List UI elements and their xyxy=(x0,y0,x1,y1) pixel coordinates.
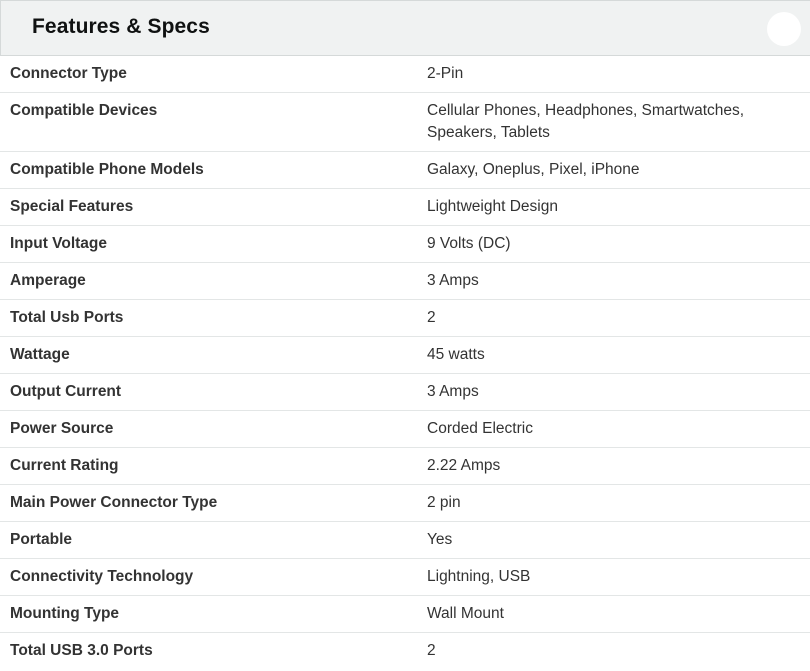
spec-label: Total Usb Ports xyxy=(10,309,124,326)
spec-value: 2 xyxy=(427,309,436,326)
spec-label: Mounting Type xyxy=(10,605,120,622)
spec-label: Output Current xyxy=(10,383,122,400)
table-row: Compatible Phone Models Galaxy, Oneplus,… xyxy=(0,152,810,189)
spec-value: 45 watts xyxy=(427,346,485,363)
spec-label: Wattage xyxy=(10,346,70,363)
table-row: Connector Type 2-Pin xyxy=(0,56,810,93)
table-row: Input Voltage 9 Volts (DC) xyxy=(0,226,810,263)
spec-value: 2 xyxy=(427,642,436,659)
spec-label: Current Rating xyxy=(10,457,119,474)
spec-label: Total USB 3.0 Ports xyxy=(10,642,153,659)
spec-label: Compatible Devices xyxy=(10,102,158,119)
table-row: Amperage 3 Amps xyxy=(0,263,810,300)
spec-value: Galaxy, Oneplus, Pixel, iPhone xyxy=(427,161,640,178)
table-row: Portable Yes xyxy=(0,522,810,559)
spec-value: 3 Amps xyxy=(427,272,479,289)
spec-value: 2.22 Amps xyxy=(427,457,501,474)
spec-value: 2-Pin xyxy=(427,65,464,82)
expand-toggle-icon[interactable] xyxy=(767,12,801,46)
spec-value: Lightweight Design xyxy=(427,198,558,215)
spec-label: Main Power Connector Type xyxy=(10,494,218,511)
table-row: Mounting Type Wall Mount xyxy=(0,596,810,633)
spec-value: Yes xyxy=(427,531,453,548)
spec-value: 3 Amps xyxy=(427,383,479,400)
spec-label: Amperage xyxy=(10,272,86,289)
spec-value: 2 pin xyxy=(427,494,461,511)
spec-label: Special Features xyxy=(10,198,134,215)
spec-label: Connector Type xyxy=(10,65,127,82)
table-row: Total Usb Ports 2 xyxy=(0,300,810,337)
spec-value: Corded Electric xyxy=(427,420,533,437)
spec-value: Cellular Phones, Headphones, Smartwatche… xyxy=(427,102,745,141)
table-row: Total USB 3.0 Ports 2 xyxy=(0,633,810,670)
features-specs-panel: Features & Specs Connector Type 2-Pin Co… xyxy=(0,0,810,671)
table-row: Output Current 3 Amps xyxy=(0,374,810,411)
spec-label: Compatible Phone Models xyxy=(10,161,204,178)
table-row: Power Source Corded Electric xyxy=(0,411,810,448)
spec-label: Input Voltage xyxy=(10,235,108,252)
section-title: Features & Specs xyxy=(32,15,210,38)
table-row: Special Features Lightweight Design xyxy=(0,189,810,226)
spec-value: Lightning, USB xyxy=(427,568,531,585)
table-row: Connectivity Technology Lightning, USB xyxy=(0,559,810,596)
spec-label: Power Source xyxy=(10,420,114,437)
table-row: Main Power Connector Type 2 pin xyxy=(0,485,810,522)
table-row: Current Rating 2.22 Amps xyxy=(0,448,810,485)
spec-value: 9 Volts (DC) xyxy=(427,235,511,252)
specs-table: Connector Type 2-Pin Compatible Devices … xyxy=(0,56,810,669)
spec-value: Wall Mount xyxy=(427,605,504,622)
spec-label: Connectivity Technology xyxy=(10,568,194,585)
table-row: Wattage 45 watts xyxy=(0,337,810,374)
section-header[interactable]: Features & Specs xyxy=(0,0,810,56)
table-row: Compatible Devices Cellular Phones, Head… xyxy=(0,93,810,152)
spec-label: Portable xyxy=(10,531,73,548)
